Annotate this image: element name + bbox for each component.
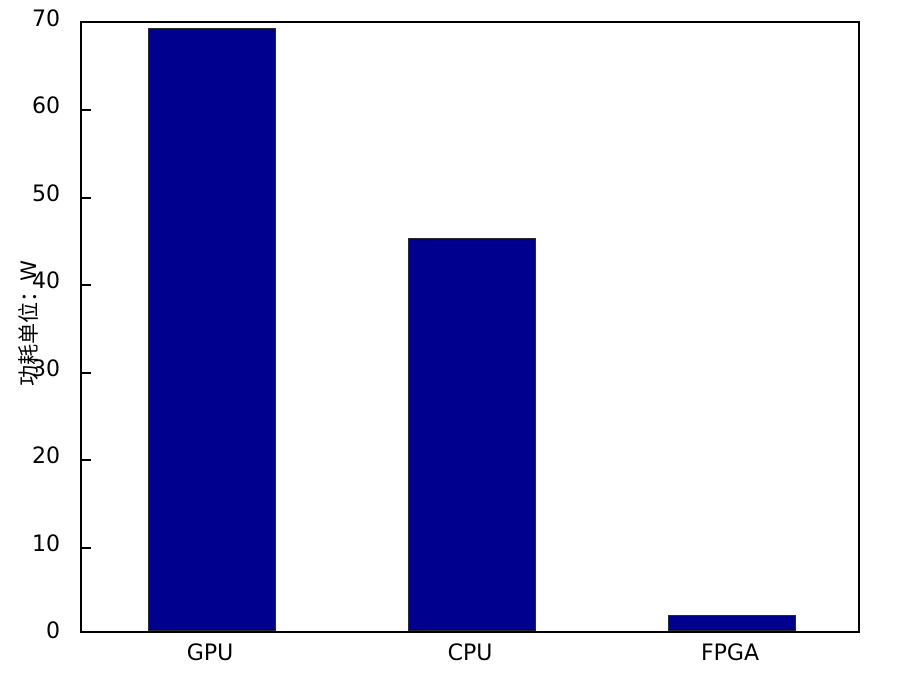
bar-chart-figure: 0 10 20 30 40 50 60 70 功耗单位：W GPU CPU FPGA <box>0 0 899 687</box>
y-axis-title-text: 功耗单位：W <box>17 260 41 386</box>
y-axis-tick-mark <box>82 371 91 374</box>
x-axis-tick-label: FPGA <box>700 641 760 666</box>
y-axis-tick-mark <box>82 196 91 199</box>
y-axis-tick-label: 10 <box>32 531 60 557</box>
y-axis-tick-mark <box>82 284 91 287</box>
x-axis-tick-label: CPU <box>447 641 493 666</box>
x-axis-tick-labels: GPU CPU FPGA <box>80 643 860 683</box>
y-axis-tick-label: 0 <box>46 619 60 644</box>
bar-gpu <box>148 27 276 631</box>
y-axis-tick-mark <box>82 459 91 462</box>
y-axis-title: 功耗单位：W <box>13 173 43 473</box>
bar-fpga <box>668 615 796 631</box>
y-axis-tick-mark <box>82 546 91 549</box>
y-axis-tick-label: 70 <box>32 7 60 32</box>
x-axis-tick-label: GPU <box>186 641 234 666</box>
y-axis-tick-label: 60 <box>32 94 60 120</box>
plot-area <box>80 21 860 633</box>
y-axis-tick-mark <box>82 109 91 112</box>
bar-cpu <box>408 237 536 631</box>
